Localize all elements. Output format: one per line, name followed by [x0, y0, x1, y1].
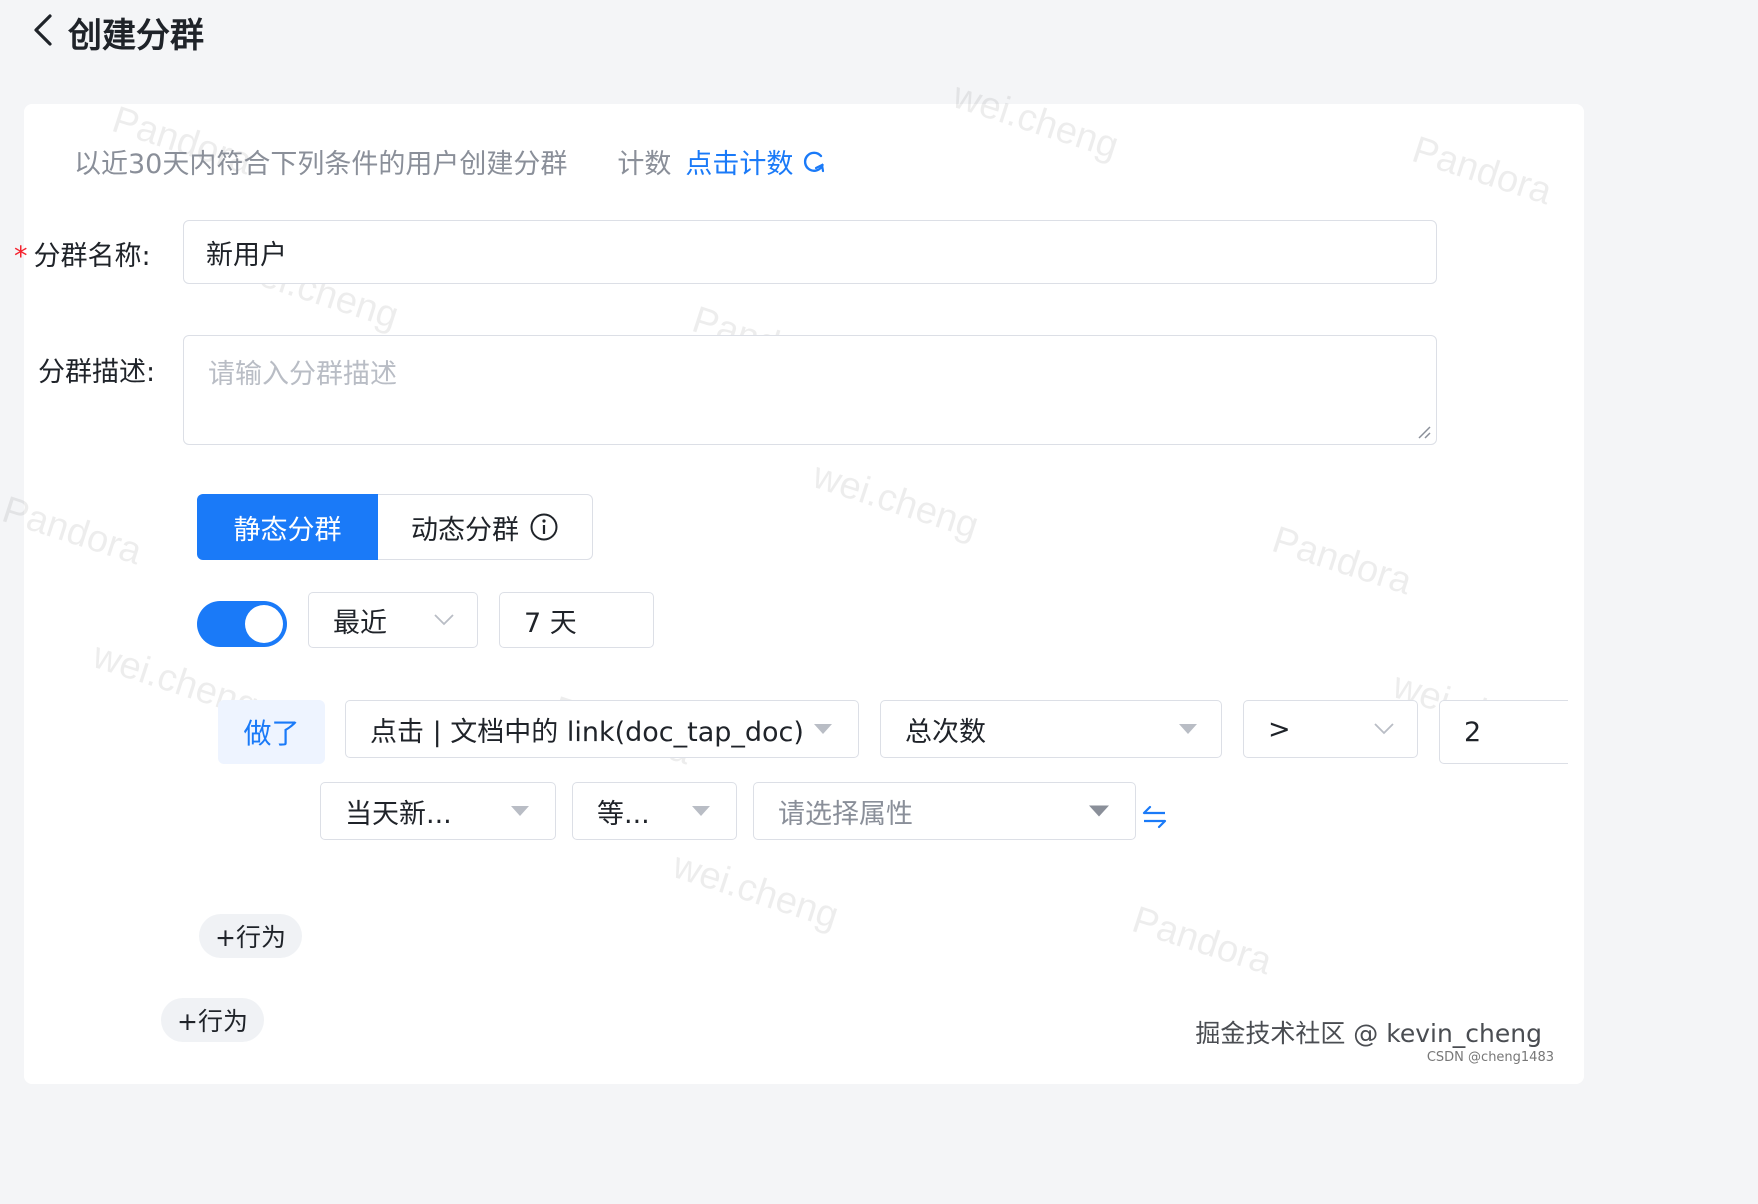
back-button[interactable] — [28, 12, 58, 48]
chevron-left-icon — [34, 14, 52, 46]
segment-type-switch: 静态分群 动态分群 — [197, 494, 593, 560]
add-behavior-group-button[interactable]: +行为 — [161, 998, 264, 1042]
time-range-input[interactable]: 7 天 — [499, 592, 654, 648]
resize-grip-icon[interactable] — [1416, 424, 1432, 440]
attribute-select[interactable]: 请选择属性 — [753, 782, 1136, 840]
chevron-down-icon — [434, 614, 454, 626]
did-tag[interactable]: 做了 — [218, 700, 325, 764]
caret-down-icon — [692, 806, 710, 816]
metric-select[interactable]: 总次数 — [880, 700, 1222, 758]
desc-placeholder: 请输入分群描述 — [208, 359, 397, 390]
metric-value: 总次数 — [905, 716, 986, 748]
sub-operator-value: 等... — [597, 798, 650, 830]
attribute-placeholder: 请选择属性 — [778, 798, 913, 830]
add-behavior-button[interactable]: +行为 — [199, 914, 302, 958]
swap-icon[interactable] — [1141, 804, 1169, 830]
desc-label: 分群描述: — [38, 357, 156, 388]
time-mode-select[interactable]: 最近 — [308, 592, 478, 648]
operator-value: > — [1268, 713, 1291, 745]
tab-dynamic-label: 动态分群 — [411, 514, 519, 546]
field-select[interactable]: 当天新... — [320, 782, 556, 840]
operator-select[interactable]: > — [1243, 700, 1418, 758]
time-mode-value: 最近 — [333, 607, 387, 639]
desc-textarea[interactable]: 请输入分群描述 — [183, 335, 1437, 445]
name-input[interactable]: 新用户 — [183, 220, 1437, 284]
tab-static-segment[interactable]: 静态分群 — [197, 494, 378, 560]
hint-text: 以近30天内符合下列条件的用户创建分群 — [74, 149, 568, 180]
count-link[interactable]: 点击计数 — [685, 142, 827, 181]
hint-row: 以近30天内符合下列条件的用户创建分群 计数 点击计数 — [74, 142, 827, 181]
caret-down-icon — [814, 724, 832, 734]
page-header: 创建分群 — [0, 0, 1568, 100]
caret-down-icon — [1179, 724, 1197, 734]
footer-credit: 掘金技术社区 @ kevin_cheng — [1195, 1019, 1542, 1048]
tab-dynamic-segment[interactable]: 动态分群 — [378, 494, 593, 560]
required-star: * — [14, 241, 28, 272]
footer-sub: CSDN @cheng1483 — [1426, 1050, 1554, 1065]
count-link-label: 点击计数 — [685, 149, 794, 180]
info-icon[interactable] — [529, 512, 559, 542]
caret-down-icon — [1089, 805, 1109, 817]
event-value: 点击 | 文档中的 link(doc_tap_doc) — [370, 716, 804, 748]
event-select[interactable]: 点击 | 文档中的 link(doc_tap_doc) — [345, 700, 859, 758]
field-value: 当天新... — [345, 798, 452, 830]
count-label: 计数 — [617, 149, 672, 180]
sub-operator-select[interactable]: 等... — [572, 782, 737, 840]
time-filter-toggle[interactable] — [197, 601, 287, 647]
refresh-icon — [804, 151, 825, 172]
toggle-knob — [245, 605, 283, 643]
name-label: * 分群名称: — [14, 241, 151, 272]
page-title: 创建分群 — [68, 16, 204, 56]
caret-down-icon — [511, 806, 529, 816]
chevron-down-icon — [1374, 723, 1394, 735]
value-input[interactable]: 2 — [1439, 700, 1568, 764]
